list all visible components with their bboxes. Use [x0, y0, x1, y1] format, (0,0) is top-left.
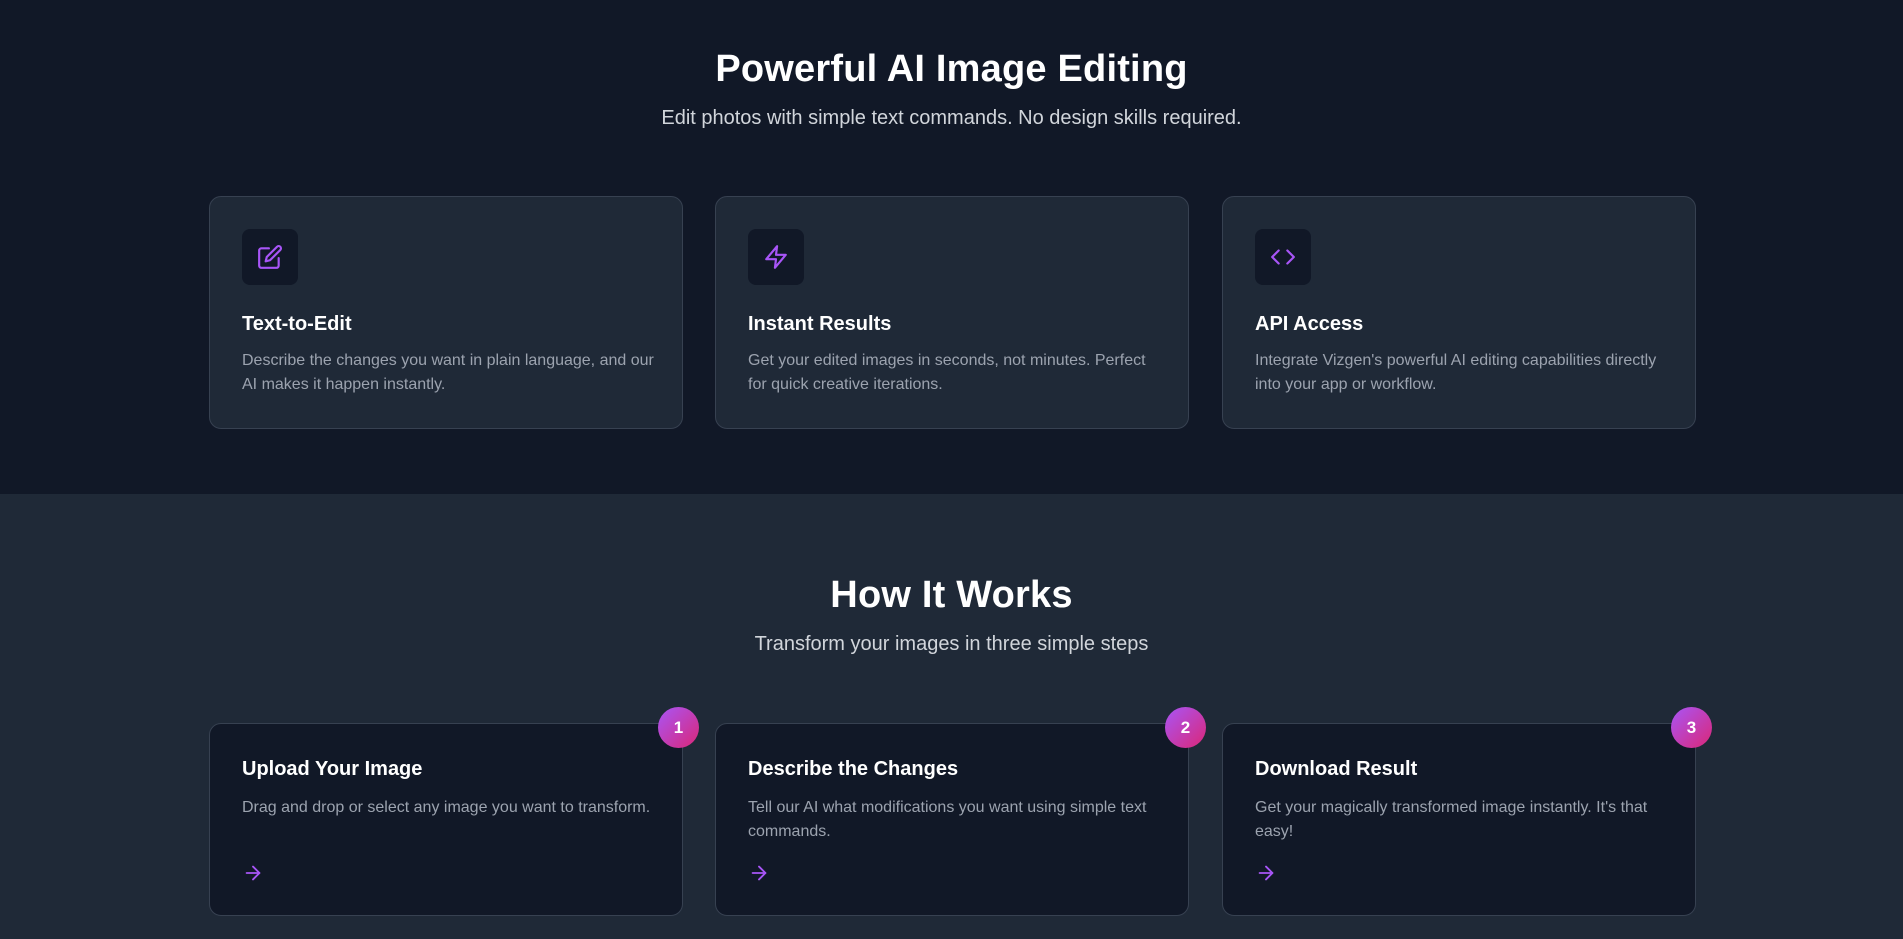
- feature-title: API Access: [1255, 313, 1364, 335]
- step-description: Tell our AI what modifications you want …: [748, 799, 1147, 840]
- lightning-icon: [748, 229, 804, 285]
- step-number-badge: 2: [1165, 707, 1206, 748]
- feature-card-instant-results: Instant Results Get your edited images i…: [715, 196, 1189, 429]
- step-title: Upload Your Image: [242, 758, 423, 780]
- step-title: Download Result: [1255, 758, 1418, 780]
- feature-description: Integrate Vizgen's powerful AI editing c…: [1255, 352, 1657, 393]
- step-number-badge: 3: [1671, 707, 1712, 748]
- step-description: Drag and drop or select any image you wa…: [242, 799, 651, 816]
- features-title: Powerful AI Image Editing: [715, 48, 1188, 90]
- features-subtitle: Edit photos with simple text commands. N…: [661, 107, 1242, 129]
- edit-icon: [242, 229, 298, 285]
- step-card-upload: Upload Your Image Drag and drop or selec…: [209, 723, 683, 916]
- feature-card-api-access: API Access Integrate Vizgen's powerful A…: [1222, 196, 1696, 429]
- step-card-describe: Describe the Changes Tell our AI what mo…: [715, 723, 1189, 916]
- how-it-works-title: How It Works: [830, 574, 1073, 616]
- feature-description: Describe the changes you want in plain l…: [242, 352, 654, 393]
- features-section: Powerful AI Image Editing Edit photos wi…: [0, 0, 1903, 494]
- step-card-download: Download Result Get your magically trans…: [1222, 723, 1696, 916]
- feature-card-text-to-edit: Text-to-Edit Describe the changes you wa…: [209, 196, 683, 429]
- feature-description: Get your edited images in seconds, not m…: [748, 352, 1146, 393]
- code-icon: [1255, 229, 1311, 285]
- arrow-right-icon[interactable]: [242, 862, 264, 884]
- how-it-works-subtitle: Transform your images in three simple st…: [754, 633, 1149, 655]
- step-description: Get your magically transformed image ins…: [1255, 799, 1648, 840]
- arrow-right-icon[interactable]: [748, 862, 770, 884]
- step-title: Describe the Changes: [748, 758, 959, 780]
- arrow-right-icon[interactable]: [1255, 862, 1277, 884]
- feature-title: Text-to-Edit: [242, 313, 352, 335]
- feature-title: Instant Results: [748, 313, 892, 335]
- step-number-badge: 1: [658, 707, 699, 748]
